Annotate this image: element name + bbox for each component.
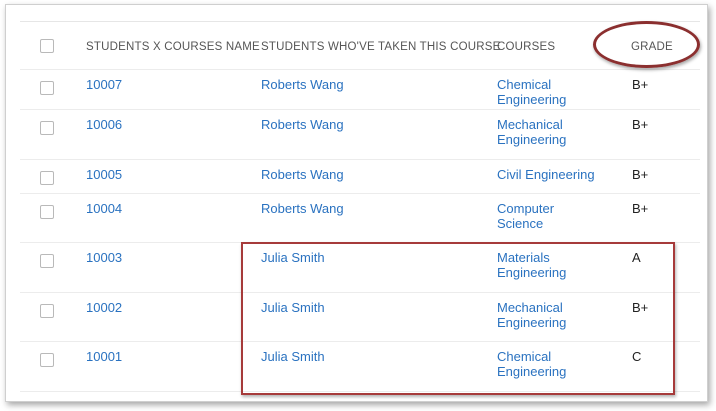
row-checkbox[interactable]	[40, 205, 54, 219]
student-link[interactable]: Roberts Wang	[261, 117, 344, 132]
grade-highlight-ellipse	[593, 21, 700, 68]
course-link[interactable]: Civil Engineering	[497, 167, 595, 182]
row-checkbox[interactable]	[40, 171, 54, 185]
row-checkbox[interactable]	[40, 353, 54, 367]
row-checkbox[interactable]	[40, 121, 54, 135]
header-name[interactable]: STUDENTS X COURSES NAME	[86, 40, 260, 55]
grade-value: B+	[632, 167, 649, 182]
grade-value: B+	[632, 117, 649, 132]
header-course[interactable]: COURSES	[497, 40, 555, 55]
record-id-link[interactable]: 10007	[86, 77, 122, 92]
record-id-link[interactable]: 10005	[86, 167, 122, 182]
record-id-link[interactable]: 10001	[86, 349, 122, 364]
course-link[interactable]: Chemical Engineering	[497, 77, 566, 107]
table-row[interactable]: 10006 Roberts Wang Mechanical Engineering B…	[20, 109, 700, 160]
row-checkbox[interactable]	[40, 81, 54, 95]
row-checkbox[interactable]	[40, 254, 54, 268]
row-checkbox[interactable]	[40, 304, 54, 318]
select-all-checkbox[interactable]	[40, 39, 54, 53]
record-id-link[interactable]: 10003	[86, 250, 122, 265]
record-id-link[interactable]: 10004	[86, 201, 122, 216]
student-link[interactable]: Roberts Wang	[261, 167, 344, 182]
grade-value: B+	[632, 201, 649, 216]
student-link[interactable]: Roberts Wang	[261, 201, 344, 216]
top-divider	[20, 21, 700, 22]
record-id-link[interactable]: 10006	[86, 117, 122, 132]
table-row[interactable]: 10005 Roberts Wang Civil Engineering B+	[20, 159, 700, 194]
table-panel: STUDENTS X COURSES NAME STUDENTS WHO'VE …	[5, 4, 708, 402]
grade-value: B+	[632, 77, 649, 92]
julia-smith-highlight-box	[241, 242, 675, 395]
student-link[interactable]: Roberts Wang	[261, 77, 344, 92]
course-link[interactable]: Mechanical Engineering	[497, 117, 566, 147]
record-id-link[interactable]: 10002	[86, 300, 122, 315]
table-row[interactable]: 10007 Roberts Wang Chemical Engineering B+	[20, 69, 700, 110]
course-link[interactable]: Computer Science	[497, 201, 554, 231]
table-row[interactable]: 10004 Roberts Wang Computer Science B+	[20, 193, 700, 243]
header-student[interactable]: STUDENTS WHO'VE TAKEN THIS COURSE	[261, 40, 500, 55]
